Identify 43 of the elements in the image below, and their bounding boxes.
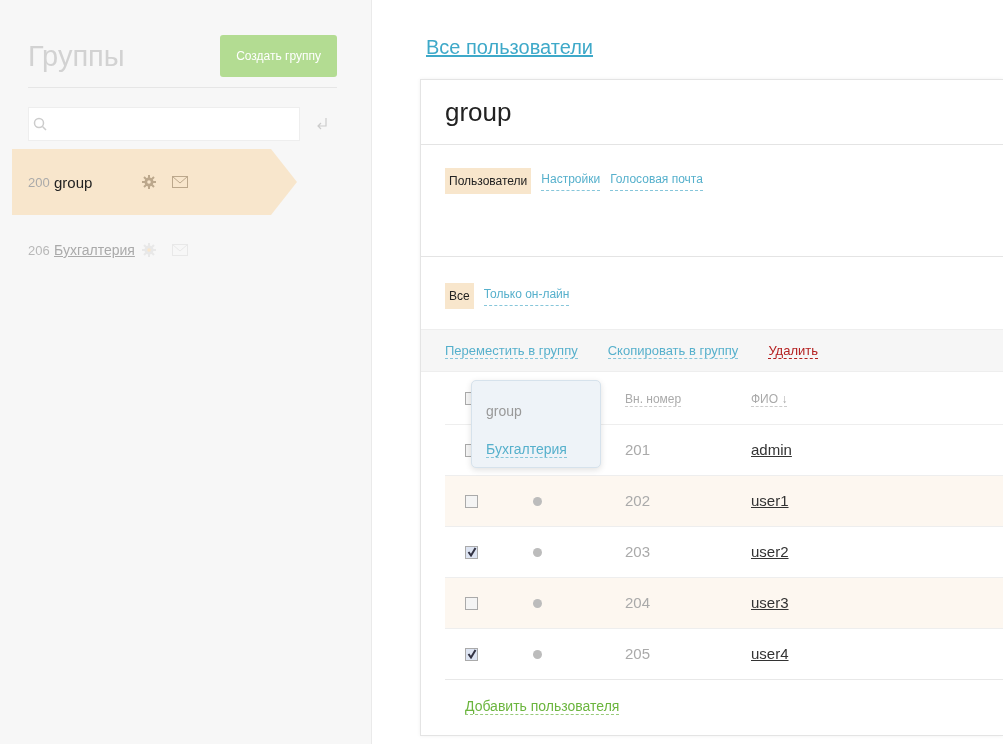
action-link[interactable]: Скопировать в группу: [607, 343, 739, 359]
extension-number: 202: [625, 492, 651, 509]
enter-icon: [316, 117, 328, 131]
row-checkbox[interactable]: [465, 596, 478, 610]
extension-number: 205: [625, 645, 651, 662]
filter-tab[interactable]: Все: [445, 283, 474, 309]
group-item[interactable]: 206 Бухгалтерия: [12, 217, 282, 283]
tab[interactable]: Пользователи: [445, 168, 532, 194]
column-header[interactable]: ФИО ↓: [751, 392, 788, 407]
all-users-link[interactable]: Все пользователи: [426, 36, 593, 59]
group-item[interactable]: 200 group: [12, 149, 297, 215]
group-number: 206: [28, 242, 51, 258]
mail-icon: [172, 176, 188, 188]
search-icon: [33, 117, 47, 131]
gear-icon: [142, 243, 156, 257]
popup-item[interactable]: Бухгалтерия: [486, 441, 567, 458]
row-checkbox[interactable]: [465, 647, 478, 661]
gear-icon: [142, 175, 156, 189]
check-icon: [466, 547, 477, 557]
extension-number: 203: [625, 543, 651, 560]
tab[interactable]: Голосовая почта: [610, 168, 703, 191]
extension-number: 201: [625, 441, 651, 458]
extension-number: 204: [625, 594, 651, 611]
group-number: 200: [28, 174, 51, 190]
filter-tab[interactable]: Только он-лайн: [483, 283, 570, 306]
tab[interactable]: Настройки: [541, 168, 601, 191]
group-name[interactable]: Бухгалтерия: [54, 242, 142, 258]
action-link[interactable]: Переместить в группу: [445, 343, 578, 359]
row-checkbox[interactable]: [465, 494, 478, 508]
delete-link[interactable]: Удалить: [768, 343, 818, 359]
user-name-link[interactable]: admin: [751, 441, 792, 458]
user-name-link[interactable]: user3: [751, 594, 789, 611]
user-name-link[interactable]: user2: [751, 543, 789, 560]
row-checkbox[interactable]: [465, 545, 478, 559]
check-icon: [466, 649, 477, 659]
add-user-link[interactable]: Добавить пользователя: [465, 698, 620, 715]
group-title: group: [421, 80, 1003, 145]
user-name-link[interactable]: user4: [751, 645, 789, 662]
user-name-link[interactable]: user1: [751, 492, 789, 509]
column-header[interactable]: Вн. номер: [625, 392, 682, 407]
search-field[interactable]: [28, 107, 300, 141]
group-name[interactable]: group: [54, 173, 142, 191]
create-group-button[interactable]: Создать группу: [220, 35, 337, 77]
